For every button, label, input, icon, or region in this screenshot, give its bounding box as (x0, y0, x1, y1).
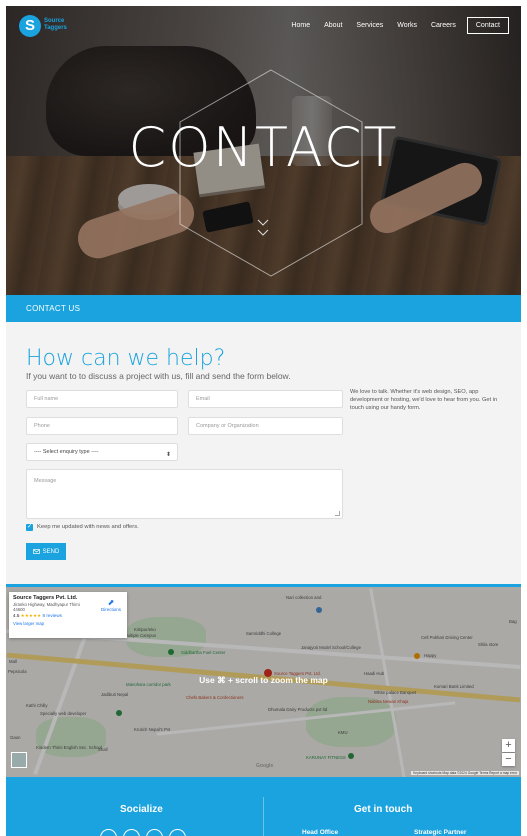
phone-input[interactable]: Phone (26, 417, 178, 435)
twitter-icon[interactable] (123, 829, 140, 836)
map-info-card: Source Taggers Pvt. Ltd. Jiranko Highway… (9, 592, 127, 638)
footer: Socialize Get in touch Head Office Strat… (6, 777, 521, 836)
chevron-down-icon[interactable] (256, 226, 270, 240)
nav-link-works[interactable]: Works (390, 22, 424, 29)
select-caret-icon: ⬍ (165, 452, 171, 458)
newsletter-checkbox[interactable]: ✓ (26, 524, 33, 531)
form-subtitle: If you want to to discuss a project with… (26, 371, 291, 381)
zoom-in-button[interactable]: + (502, 739, 515, 752)
map-scroll-message: Use ⌘ + scroll to zoom the map (199, 675, 328, 685)
full-name-placeholder: Full name (34, 396, 59, 402)
map-layer-thumbnail[interactable] (11, 752, 27, 768)
directions-label: Directions (100, 607, 121, 612)
banner-label: CONTACT US (26, 304, 81, 313)
top-navigation: S Source Taggers Home About Services Wor… (6, 6, 521, 46)
socialize-heading: Socialize (120, 804, 163, 815)
instagram-icon[interactable] (169, 829, 186, 836)
side-description: We love to talk. Whether it's web design… (350, 389, 498, 411)
place-rating: 4.5 ★★★★★ 8 reviews (13, 613, 123, 619)
google-map-embed[interactable]: Nari collection and Kirtipur/eko Multipl… (6, 584, 521, 777)
full-name-input[interactable]: Full name (26, 390, 178, 408)
logo-icon[interactable]: S (19, 15, 41, 37)
nav-link-careers[interactable]: Careers (424, 22, 463, 29)
logo-line-2: Taggers (44, 25, 67, 31)
enquiry-selected-value: ---- Select enquiry type ---- (34, 449, 99, 455)
google-logo: Google (256, 763, 274, 769)
contact-us-banner: CONTACT US (6, 295, 521, 329)
nav-link-home[interactable]: Home (284, 22, 317, 29)
zoom-out-button[interactable]: − (502, 753, 515, 766)
hero-section: CONTACT S Source Taggers Home About Serv… (6, 6, 521, 295)
contact-form-section: How can we help? If you want to to discu… (6, 322, 521, 584)
nav-link-about[interactable]: About (317, 22, 349, 29)
directions-icon: ⬈ (107, 598, 115, 607)
rating-value: 4.5 (13, 613, 20, 618)
nav-links: Home About Services Works Careers Contac… (284, 17, 509, 34)
linkedin-icon[interactable] (146, 829, 163, 836)
envelope-icon (32, 549, 40, 554)
message-textarea[interactable]: Message (26, 469, 343, 519)
get-in-touch-heading: Get in touch (354, 804, 413, 815)
facebook-icon[interactable] (100, 829, 117, 836)
company-input[interactable]: Company or Organization (188, 417, 343, 435)
email-input[interactable]: Email (188, 390, 343, 408)
footer-divider (263, 797, 264, 836)
nav-link-services[interactable]: Services (349, 22, 390, 29)
map-attribution[interactable]: Keyboard shortcuts Map data ©2024 Google… (411, 771, 519, 775)
page-frame: CONTACT S Source Taggers Home About Serv… (6, 6, 521, 836)
logo-text[interactable]: Source Taggers (44, 18, 84, 32)
send-label: SEND (42, 548, 60, 555)
head-office-heading: Head Office (302, 829, 339, 836)
form-title: How can we help? (26, 346, 226, 371)
directions-button[interactable]: ⬈ Directions (101, 598, 121, 612)
logo-line-1: Source (44, 18, 65, 24)
star-rating-icon: ★★★★★ (20, 613, 42, 618)
enquiry-type-select[interactable]: ---- Select enquiry type ---- ⬍ (26, 443, 178, 461)
hero-title: CONTACT (128, 116, 399, 179)
phone-placeholder: Phone (34, 423, 50, 429)
view-larger-map-link[interactable]: View larger map (13, 621, 123, 626)
reviews-link[interactable]: 8 reviews (43, 613, 62, 618)
resize-handle-icon[interactable] (335, 511, 340, 516)
send-button[interactable]: SEND (26, 543, 66, 560)
company-placeholder: Company or Organization (196, 423, 259, 429)
nav-contact-button[interactable]: Contact (466, 17, 509, 34)
place-address: Jiranko Highway, Madhyapur Thimi 44600 (13, 602, 80, 612)
message-placeholder: Message (34, 478, 57, 484)
email-placeholder: Email (196, 396, 210, 402)
newsletter-checkbox-label[interactable]: Keep me updated with news and offers. (37, 524, 139, 530)
strategic-partner-heading: Strategic Partner (414, 829, 467, 836)
